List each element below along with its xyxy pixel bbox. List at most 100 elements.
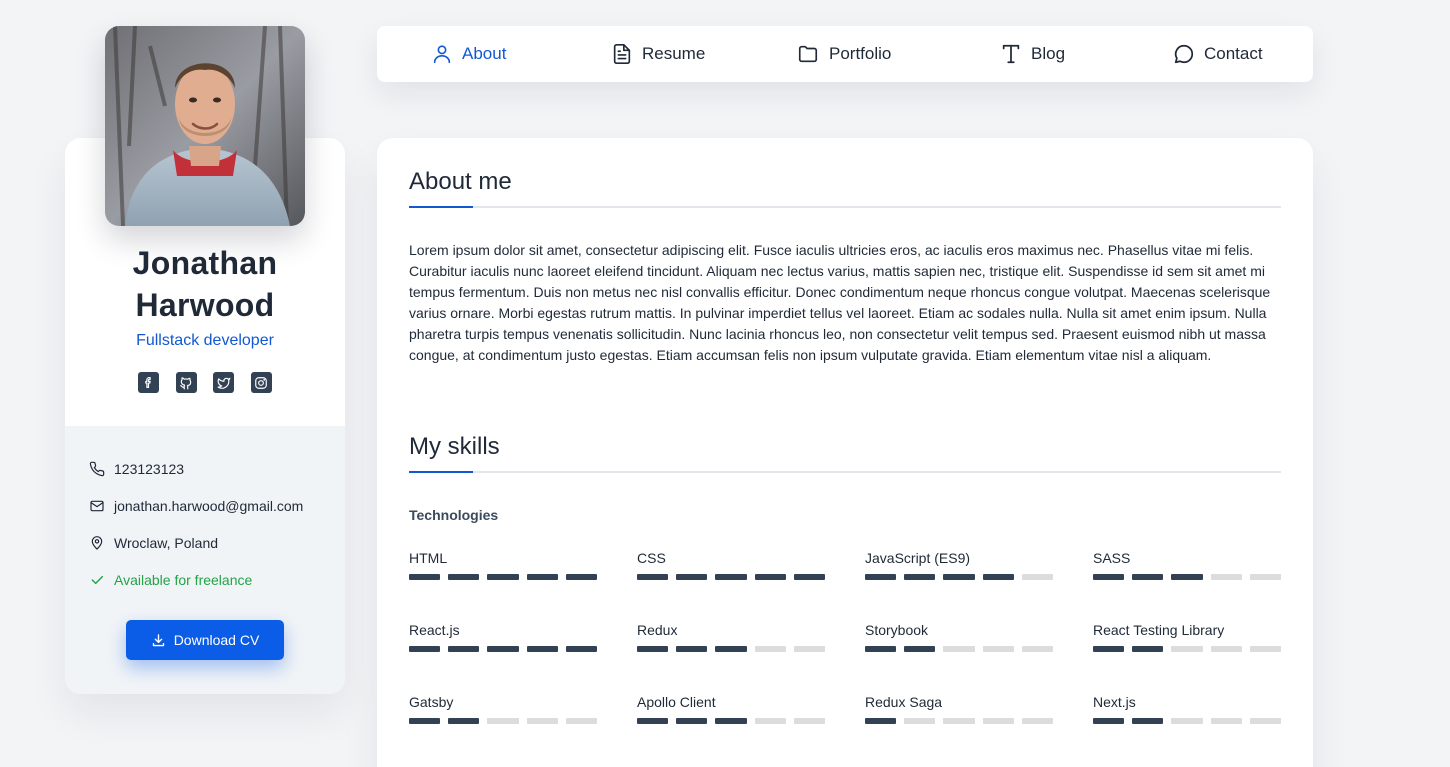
skills-rule [409, 471, 1281, 473]
chat-bubble-icon [1174, 44, 1194, 64]
facebook-link[interactable] [138, 372, 159, 393]
skill-level-bars [409, 718, 597, 724]
skill-name: JavaScript (ES9) [865, 550, 971, 566]
twitter-icon [217, 377, 231, 389]
skill-level-segment [637, 718, 669, 724]
instagram-link[interactable] [250, 372, 272, 393]
skill-level-segment [1171, 646, 1203, 652]
skill-level-segment [1021, 646, 1053, 652]
skill-level-segment [904, 718, 936, 724]
skill-level-segment [565, 646, 597, 652]
skill-item: JavaScript (ES9) [865, 550, 1053, 580]
check-icon [91, 575, 104, 585]
about-rule-accent [409, 206, 473, 208]
skill-level-segment [1021, 718, 1053, 724]
skill-level-segment [943, 646, 975, 652]
nav-item-portfolio[interactable]: Portfolio [796, 26, 891, 82]
email-value[interactable]: jonathan.harwood@gmail.com [114, 498, 303, 514]
skill-level-segment [1171, 718, 1203, 724]
skill-level-bars [409, 646, 597, 652]
skill-level-segment [1171, 574, 1203, 580]
skill-level-segment [1249, 646, 1281, 652]
skill-name: Gatsby [409, 694, 454, 710]
skill-level-segment [448, 718, 480, 724]
skill-name: Apollo Client [637, 694, 716, 710]
availability-row: Available for freelance [89, 572, 252, 588]
skill-level-bars [409, 574, 597, 580]
skill-name: HTML [409, 550, 448, 566]
skill-name: React.js [409, 622, 460, 638]
skill-name: Storybook [865, 622, 929, 638]
skill-level-segment [982, 574, 1014, 580]
skill-item: Gatsby [409, 694, 597, 724]
nav-item-about[interactable]: About [431, 26, 506, 82]
profile-photo [105, 26, 305, 226]
profile-name: Jonathan Harwood [132, 245, 278, 323]
skill-level-bars [865, 646, 1053, 652]
skill-item: Next.js [1093, 694, 1281, 724]
github-link[interactable] [175, 372, 197, 393]
contact-panel: 123123123 jonathan.harwood@gmail.com Wro… [65, 426, 345, 694]
profile-role: Fullstack developer [136, 332, 274, 349]
skill-item: SASS [1093, 550, 1281, 580]
skill-level-segment [715, 646, 747, 652]
skill-level-bars [1093, 574, 1281, 580]
skill-level-segment [715, 718, 747, 724]
skill-level-segment [865, 574, 897, 580]
skill-level-segment [637, 574, 669, 580]
skill-name: Redux [637, 622, 678, 638]
nav-item-blog[interactable]: Blog [1000, 26, 1065, 82]
nav-label: About [462, 44, 507, 63]
about-text: Lorem ipsum dolor sit amet, consectetur … [409, 242, 1271, 363]
skill-item: CSS [637, 550, 825, 580]
skill-level-segment [793, 646, 825, 652]
skill-item: React Testing Library [1093, 622, 1281, 652]
download-cv-button[interactable]: Download CV [126, 620, 284, 660]
download-icon [152, 633, 164, 646]
skill-level-segment [982, 718, 1014, 724]
skill-level-segment [1093, 574, 1125, 580]
skill-level-bars [1093, 646, 1281, 652]
nav-label: Resume [642, 44, 706, 63]
skill-level-segment [904, 574, 936, 580]
skill-level-bars [637, 718, 825, 724]
nav-label: Blog [1031, 44, 1066, 63]
skill-level-segment [637, 646, 669, 652]
mail-icon [90, 500, 104, 512]
skill-item: Redux [637, 622, 825, 652]
skill-level-segment [565, 718, 597, 724]
skill-level-segment [409, 718, 441, 724]
skill-level-bars [865, 574, 1053, 580]
nav-item-resume[interactable]: Resume [611, 26, 705, 82]
nav-label: Portfolio [829, 44, 892, 63]
skill-level-segment [793, 574, 825, 580]
skill-level-segment [1210, 718, 1242, 724]
phone-value: 123123123 [114, 461, 185, 477]
skill-level-segment [526, 646, 558, 652]
skill-level-segment [448, 574, 480, 580]
skill-name: CSS [637, 550, 666, 566]
folder-icon [798, 45, 818, 63]
skill-level-segment [676, 574, 708, 580]
skill-level-segment [1210, 574, 1242, 580]
twitter-link[interactable] [213, 372, 235, 393]
top-navigation: About Resume Portfolio Blog Contact [377, 26, 1313, 82]
skill-level-segment [754, 718, 786, 724]
skills-rule-accent [409, 471, 473, 473]
skill-level-bars [865, 718, 1053, 724]
document-icon [613, 44, 631, 64]
nav-item-contact[interactable]: Contact [1173, 26, 1263, 82]
skill-level-segment [1249, 574, 1281, 580]
skill-name: React Testing Library [1093, 622, 1225, 638]
user-icon [433, 45, 451, 64]
skill-level-segment [904, 646, 936, 652]
skill-level-bars [637, 574, 825, 580]
phone-icon [89, 461, 105, 477]
skill-level-segment [1021, 574, 1053, 580]
skill-level-segment [1132, 718, 1164, 724]
social-links [138, 372, 272, 393]
skills-group-title: Technologies [409, 507, 499, 523]
skill-item: Redux Saga [865, 694, 1053, 724]
availability-value: Available for freelance [114, 572, 253, 588]
skill-level-segment [865, 646, 897, 652]
